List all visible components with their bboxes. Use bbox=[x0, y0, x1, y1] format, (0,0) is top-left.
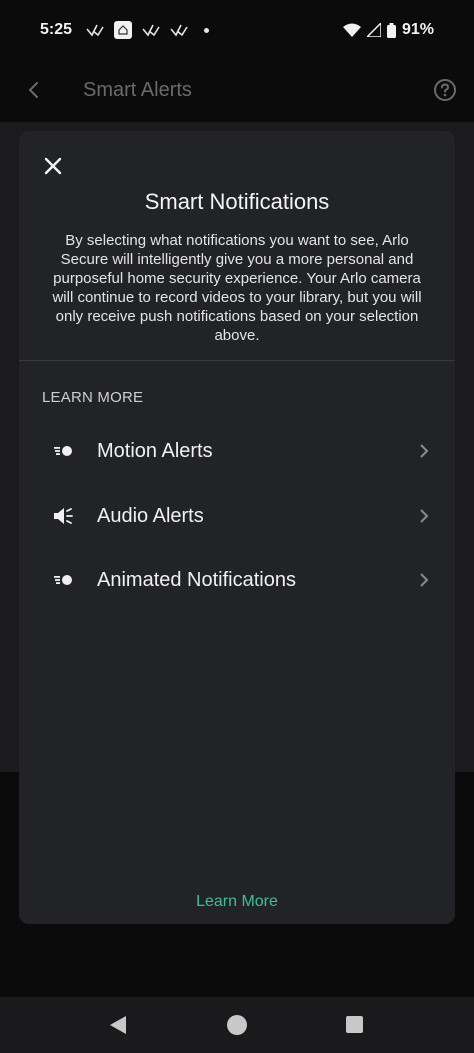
nav-recents-icon[interactable] bbox=[346, 1016, 363, 1033]
screen: 5:25 91% Smart Alerts Smart Notification… bbox=[0, 0, 474, 1053]
motion-icon bbox=[52, 568, 76, 592]
speaker-icon bbox=[52, 504, 76, 528]
chevron-left-icon[interactable] bbox=[22, 78, 46, 102]
arlo-check-icon bbox=[170, 24, 188, 37]
wifi-icon bbox=[342, 23, 361, 37]
learn-more-link[interactable]: Learn More bbox=[19, 893, 455, 911]
nav-home-icon[interactable] bbox=[227, 1015, 247, 1035]
sheet-description: By selecting what notifications you want… bbox=[52, 232, 422, 344]
menu-item-animated-notifications[interactable]: Animated Notifications bbox=[19, 552, 455, 608]
menu-item-label: Audio Alerts bbox=[97, 504, 204, 527]
dot-icon bbox=[204, 27, 210, 33]
battery-percent: 91% bbox=[401, 21, 434, 38]
nav-back-icon[interactable] bbox=[108, 1015, 128, 1035]
system-nav-bar bbox=[0, 997, 474, 1053]
page-title: Smart Alerts bbox=[83, 79, 192, 101]
motion-icon bbox=[52, 439, 76, 463]
app-bar: Smart Alerts bbox=[0, 60, 474, 122]
menu-item-label: Animated Notifications bbox=[97, 568, 296, 591]
menu-item-motion-alerts[interactable]: Motion Alerts bbox=[19, 423, 455, 479]
menu-item-audio-alerts[interactable]: Audio Alerts bbox=[19, 488, 455, 544]
close-icon[interactable] bbox=[42, 155, 64, 177]
chevron-right-icon bbox=[420, 573, 429, 587]
status-left: 5:25 bbox=[40, 21, 210, 39]
status-right: 91% bbox=[342, 21, 434, 39]
arlo-check-icon bbox=[142, 24, 160, 37]
section-label: LEARN MORE bbox=[42, 389, 144, 406]
home-app-icon bbox=[114, 21, 133, 39]
chevron-right-icon bbox=[420, 444, 429, 458]
status-bar: 5:25 91% bbox=[0, 0, 474, 60]
menu-item-label: Motion Alerts bbox=[97, 439, 213, 462]
battery-icon bbox=[386, 22, 396, 38]
question-circle-icon[interactable] bbox=[433, 78, 457, 102]
signal-icon bbox=[366, 23, 381, 37]
sheet-title: Smart Notifications bbox=[144, 189, 330, 214]
arlo-check-icon bbox=[86, 24, 104, 37]
chevron-right-icon bbox=[420, 509, 429, 523]
divider bbox=[19, 360, 455, 361]
status-time: 5:25 bbox=[40, 21, 73, 38]
smart-notifications-sheet: Smart Notifications By selecting what no… bbox=[19, 131, 455, 924]
